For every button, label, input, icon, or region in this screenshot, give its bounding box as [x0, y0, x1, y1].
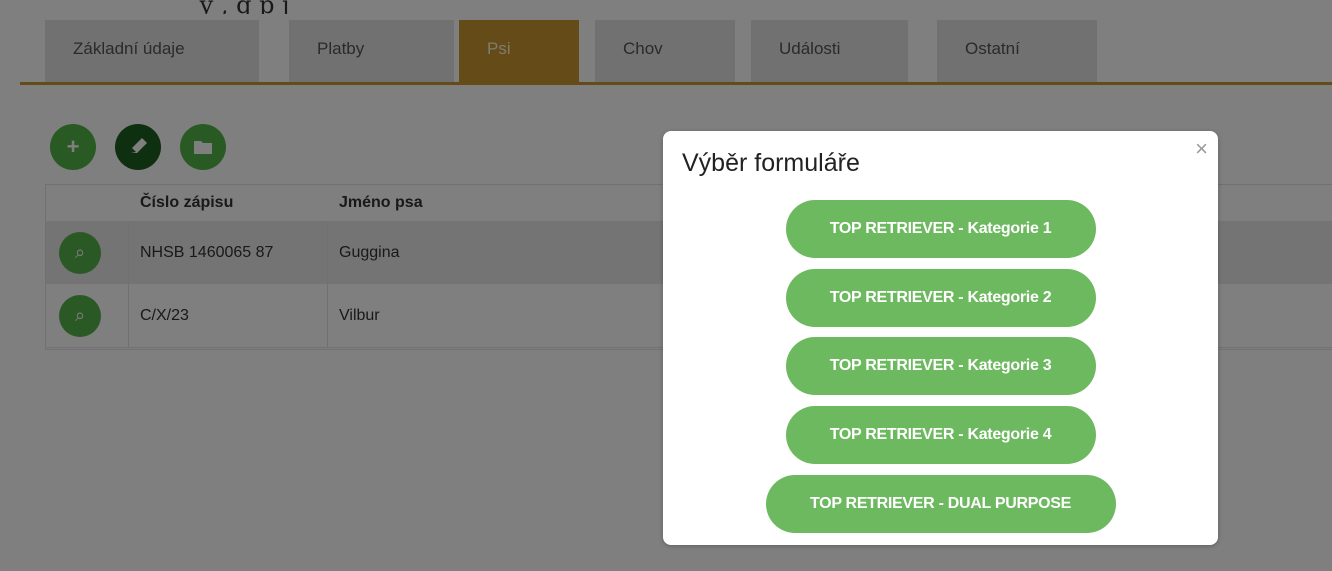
close-icon[interactable]: × — [1195, 137, 1208, 161]
form-option-category-1[interactable]: TOP RETRIEVER - Kategorie 1 — [785, 200, 1096, 258]
form-option-category-4[interactable]: TOP RETRIEVER - Kategorie 4 — [785, 406, 1096, 464]
modal-title: Výběr formuláře — [682, 149, 860, 177]
app-page: _ ý , g p j Základní údaje Platby Psi Ch… — [0, 0, 1332, 571]
form-option-dual-purpose[interactable]: TOP RETRIEVER - DUAL PURPOSE — [765, 475, 1116, 533]
form-option-category-3[interactable]: TOP RETRIEVER - Kategorie 3 — [785, 337, 1096, 395]
form-option-category-2[interactable]: TOP RETRIEVER - Kategorie 2 — [785, 269, 1096, 327]
form-selection-modal: Výběr formuláře × TOP RETRIEVER - Katego… — [663, 131, 1218, 545]
